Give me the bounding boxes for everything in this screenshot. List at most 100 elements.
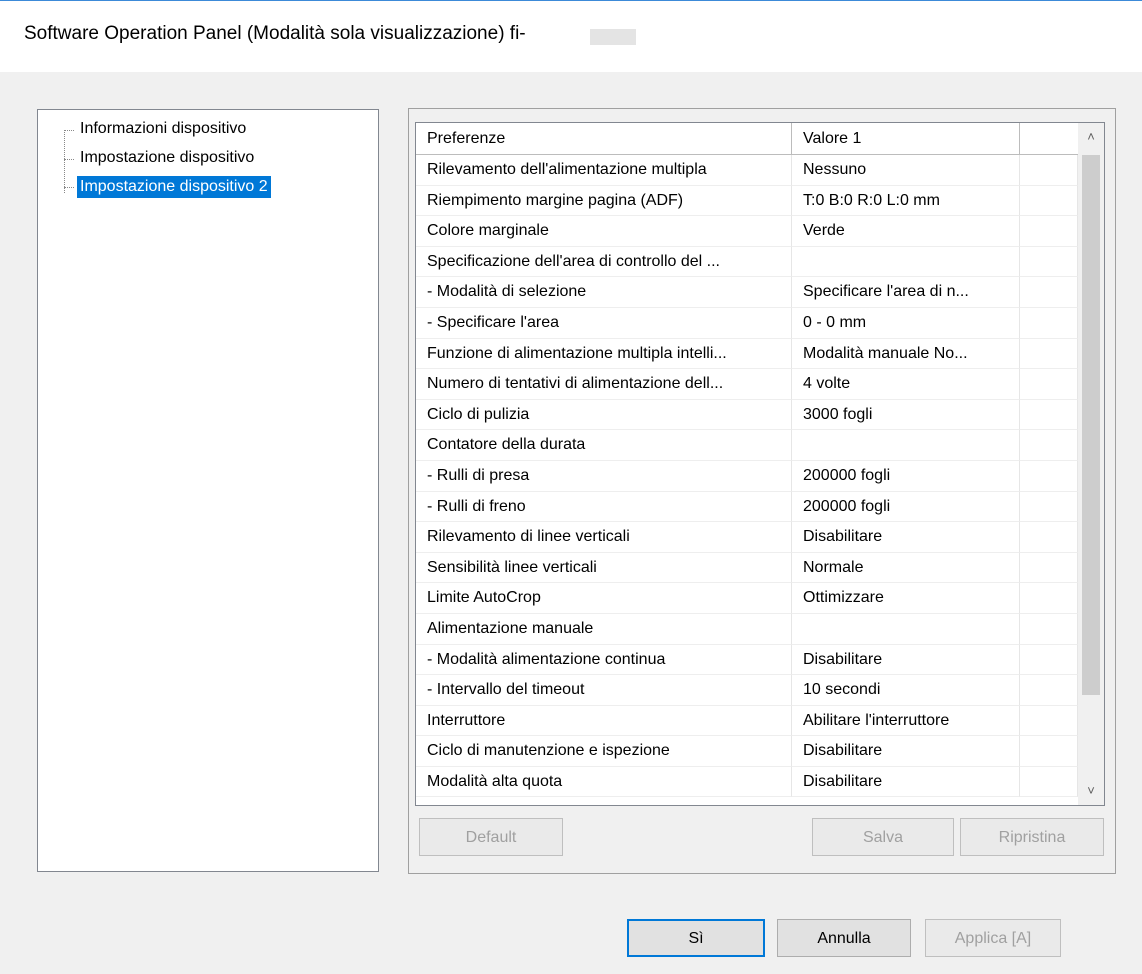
window-title: Software Operation Panel (Modalità sola … [24, 23, 526, 44]
table-row[interactable]: Alimentazione manuale [416, 613, 1078, 645]
grid-header: Preferenze Valore 1 [416, 123, 1078, 155]
title-bar: Software Operation Panel (Modalità sola … [0, 0, 1142, 72]
empty-cell [1020, 338, 1078, 370]
table-row[interactable]: - Rulli di presa 200000 fogli [416, 460, 1078, 492]
preference-name-cell: Ciclo di pulizia [416, 399, 792, 431]
preference-value-cell: 0 - 0 mm [792, 307, 1020, 339]
empty-cell [1020, 613, 1078, 645]
preference-value-cell: Disabilitare [792, 522, 1020, 553]
preference-name-cell: Colore marginale [416, 216, 792, 247]
empty-cell [1020, 430, 1078, 461]
empty-cell [1020, 644, 1078, 676]
preference-name-cell: Modalità alta quota [416, 766, 792, 798]
table-row[interactable]: Specificazione dell'area di controllo de… [416, 246, 1078, 278]
preference-name-cell: Specificazione dell'area di controllo de… [416, 246, 792, 278]
scrollbar-thumb[interactable] [1082, 155, 1100, 695]
preference-name-cell: - Specificare l'area [416, 307, 792, 339]
table-row[interactable]: - Modalità di selezione Specificare l'are… [416, 277, 1078, 308]
table-row[interactable]: - Specificare l'area 0 - 0 mm [416, 307, 1078, 339]
preference-value-cell: Disabilitare [792, 766, 1020, 798]
settings-grid[interactable]: Preferenze Valore 1 Rilevamento dell'ali… [415, 122, 1105, 806]
preference-name-cell: Interruttore [416, 705, 792, 737]
table-row[interactable]: Rilevamento di linee verticali Disabilita… [416, 522, 1078, 553]
grid-rows: Rilevamento dell'alimentazione multipla N… [416, 155, 1078, 798]
preference-name-cell: - Modalità di selezione [416, 277, 792, 308]
preference-value-cell: 200000 fogli [792, 491, 1020, 523]
preference-value-cell: Normale [792, 552, 1020, 584]
empty-cell [1020, 552, 1078, 584]
tree-connector-line [64, 187, 74, 188]
preference-name-cell: - Intervallo del timeout [416, 675, 792, 706]
empty-cell [1020, 491, 1078, 523]
table-row[interactable]: Contatore della durata [416, 430, 1078, 461]
preference-name-cell: Contatore della durata [416, 430, 792, 461]
empty-cell [1020, 155, 1078, 186]
scroll-up-icon[interactable]: ˄ [1078, 125, 1104, 149]
preference-value-cell: Abilitare l'interruttore [792, 705, 1020, 737]
default-button[interactable]: Default [419, 818, 563, 856]
column-header-valore-1[interactable]: Valore 1 [792, 123, 1020, 154]
apply-button[interactable]: Applica [A] [925, 919, 1061, 957]
preference-value-cell: 4 volte [792, 369, 1020, 400]
column-header-preferenze[interactable]: Preferenze [416, 123, 792, 154]
table-row[interactable]: Rilevamento dell'alimentazione multipla N… [416, 155, 1078, 186]
preference-name-cell: Rilevamento dell'alimentazione multipla [416, 155, 792, 186]
tree-connector-line [64, 130, 65, 193]
preference-name-cell: Rilevamento di linee verticali [416, 522, 792, 553]
tree-connector-line [64, 159, 74, 160]
empty-cell [1020, 307, 1078, 339]
preference-value-cell: 200000 fogli [792, 460, 1020, 492]
table-row[interactable]: Limite AutoCrop Ottimizzare [416, 583, 1078, 614]
tree-item-impostazione-dispositivo-2[interactable]: Impostazione dispositivo 2 [77, 176, 271, 198]
preference-value-cell: Verde [792, 216, 1020, 247]
vertical-scrollbar[interactable]: ˄ ˅ [1078, 123, 1104, 805]
tree-item-impostazione-dispositivo[interactable]: Impostazione dispositivo [80, 147, 254, 169]
empty-cell [1020, 277, 1078, 308]
table-row[interactable]: Funzione di alimentazione multipla intel… [416, 338, 1078, 370]
scroll-down-icon[interactable]: ˅ [1078, 779, 1104, 803]
preference-value-cell: Disabilitare [792, 736, 1020, 767]
table-row[interactable]: Ciclo di manutenzione e ispezione Disabil… [416, 736, 1078, 767]
empty-cell [1020, 460, 1078, 492]
table-row[interactable]: Numero di tentativi di alimentazione del… [416, 369, 1078, 400]
preference-name-cell: Ciclo di manutenzione e ispezione [416, 736, 792, 767]
preference-value-cell [792, 430, 1020, 461]
empty-cell [1020, 522, 1078, 553]
preference-name-cell: Limite AutoCrop [416, 583, 792, 614]
table-row[interactable]: Interruttore Abilitare l'interruttore [416, 705, 1078, 737]
table-row[interactable]: - Intervallo del timeout 10 secondi [416, 675, 1078, 706]
tree-item-informazioni-dispositivo[interactable]: Informazioni dispositivo [80, 118, 246, 140]
category-tree[interactable]: Informazioni dispositivo Impostazione di… [37, 109, 379, 872]
empty-cell [1020, 583, 1078, 614]
preference-value-cell: Ottimizzare [792, 583, 1020, 614]
tree-connector-line [64, 130, 74, 131]
empty-cell [1020, 675, 1078, 706]
table-row[interactable]: - Modalità alimentazione continua Disabil… [416, 644, 1078, 676]
table-row[interactable]: Ciclo di pulizia 3000 fogli [416, 399, 1078, 431]
table-row[interactable]: Modalità alta quota Disabilitare [416, 766, 1078, 798]
empty-cell [1020, 736, 1078, 767]
preference-name-cell: Riempimento margine pagina (ADF) [416, 185, 792, 217]
empty-cell [1020, 399, 1078, 431]
column-header-empty[interactable] [1020, 123, 1078, 154]
preference-name-cell: - Modalità alimentazione continua [416, 644, 792, 676]
preference-value-cell [792, 613, 1020, 645]
preference-value-cell: T:0 B:0 R:0 L:0 mm [792, 185, 1020, 217]
table-row[interactable]: Riempimento margine pagina (ADF) T:0 B:0 … [416, 185, 1078, 217]
preference-value-cell: 10 secondi [792, 675, 1020, 706]
preference-name-cell: Alimentazione manuale [416, 613, 792, 645]
preference-name-cell: Numero di tentativi di alimentazione del… [416, 369, 792, 400]
preference-value-cell: Modalità manuale No... [792, 338, 1020, 370]
preference-name-cell: - Rulli di freno [416, 491, 792, 523]
empty-cell [1020, 766, 1078, 798]
save-button[interactable]: Salva [812, 818, 954, 856]
table-row[interactable]: - Rulli di freno 200000 fogli [416, 491, 1078, 523]
restore-button[interactable]: Ripristina [960, 818, 1104, 856]
table-row[interactable]: Sensibilità linee verticali Normale [416, 552, 1078, 584]
cancel-button[interactable]: Annulla [777, 919, 911, 957]
empty-cell [1020, 246, 1078, 278]
ok-button[interactable]: Sì [627, 919, 765, 957]
preference-value-cell: Specificare l'area di n... [792, 277, 1020, 308]
preference-name-cell: Sensibilità linee verticali [416, 552, 792, 584]
table-row[interactable]: Colore marginale Verde [416, 216, 1078, 247]
